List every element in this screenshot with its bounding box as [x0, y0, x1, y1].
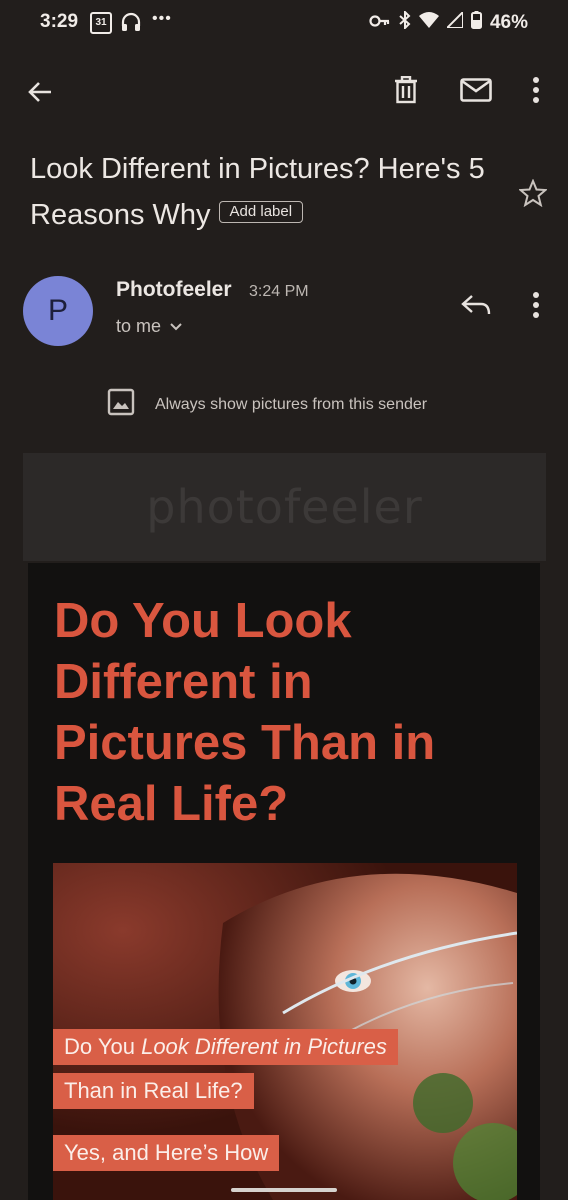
image-caption-line-2: Than in Real Life?: [53, 1073, 254, 1109]
show-pictures-label: Always show pictures from this sender: [155, 395, 428, 413]
bluetooth-icon: [399, 9, 411, 35]
star-icon[interactable]: [516, 176, 550, 210]
signal-icon: [444, 9, 464, 34]
mark-unread-icon[interactable]: [456, 72, 496, 108]
calendar-icon: 31: [90, 12, 112, 34]
status-bar: 3:29 31 ••• 46%: [0, 0, 568, 44]
battery-icon: [470, 11, 482, 35]
wifi-icon: [418, 12, 439, 34]
email-subject: Look Different in Pictures? Here's 5 Rea…: [30, 146, 500, 238]
avatar[interactable]: P: [23, 276, 93, 346]
more-options-icon[interactable]: [522, 72, 550, 108]
image-caption-line-1: Do You Look Different in Pictures: [53, 1029, 398, 1065]
image-caption-line-3: Yes, and Here’s How: [53, 1135, 280, 1171]
headset-icon: [120, 12, 142, 37]
email-content: Do You Look Different in Pictures Than i…: [28, 563, 540, 1200]
home-indicator[interactable]: [231, 1188, 337, 1192]
recipient-details-toggle[interactable]: to me: [116, 316, 183, 337]
delete-icon[interactable]: [388, 72, 424, 108]
vpn-key-icon: [369, 12, 391, 34]
hero-image[interactable]: Do You Look Different in Pictures Than i…: [53, 863, 517, 1200]
banner-logo-text: photofeeler: [146, 480, 423, 534]
headline: Do You Look Different in Pictures Than i…: [54, 594, 436, 831]
status-right: 46%: [369, 9, 528, 35]
email-time: 3:24 PM: [249, 283, 309, 300]
add-label-button[interactable]: Add label: [218, 201, 304, 224]
status-time: 3:29: [40, 11, 79, 32]
back-arrow-icon[interactable]: [22, 74, 58, 110]
chevron-down-icon: [169, 316, 183, 337]
always-show-pictures-link[interactable]: Always show pictures from this sender: [107, 388, 427, 421]
more-notifications-icon: •••: [152, 10, 172, 27]
top-app-bar: [0, 60, 568, 120]
image-icon: [107, 388, 135, 421]
recipient-label: to me: [116, 316, 162, 336]
sender-name: Photofeeler: [116, 278, 232, 301]
reply-icon[interactable]: [458, 290, 494, 320]
battery-percent: 46%: [489, 12, 528, 33]
newsletter-banner: photofeeler: [23, 453, 546, 561]
message-more-icon[interactable]: [522, 290, 550, 320]
